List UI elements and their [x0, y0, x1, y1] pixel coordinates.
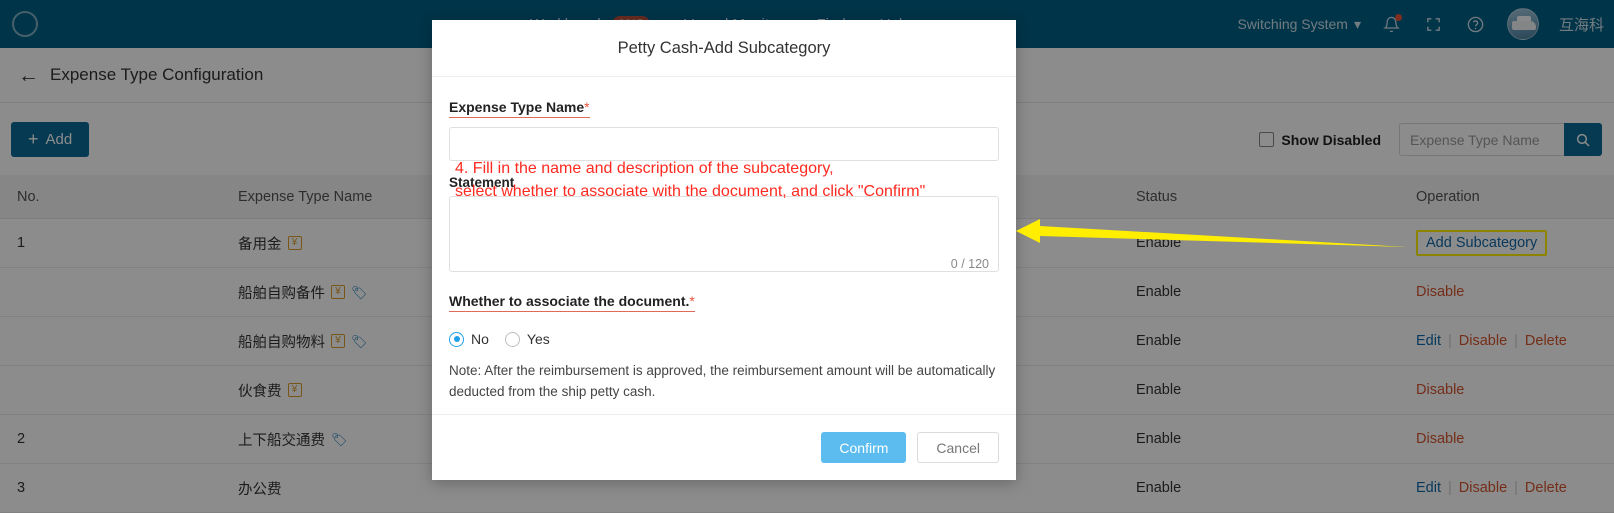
expense-type-name-label-text: Expense Type Name: [449, 99, 585, 115]
associate-note-text: Note: After the reimbursement is approve…: [449, 363, 996, 399]
statement-char-counter: 0 / 120: [950, 257, 989, 271]
radio-option-yes[interactable]: Yes: [504, 331, 550, 347]
cancel-button[interactable]: Cancel: [917, 432, 999, 463]
required-asterisk: *: [689, 293, 695, 309]
associate-document-label-text: Whether to associate the document.: [449, 293, 690, 309]
radio-no-label: No: [471, 331, 489, 347]
app-root: Workbench 9815 Vessel Monitor Find Help …: [0, 0, 1614, 513]
confirm-button[interactable]: Confirm: [821, 432, 907, 463]
radio-yes-label: Yes: [526, 331, 550, 347]
expense-type-name-field-group: Expense Type Name*: [449, 99, 999, 161]
add-subcategory-modal: Petty Cash-Add Subcategory Expense Type …: [432, 20, 1016, 480]
modal-title: Petty Cash-Add Subcategory: [617, 38, 831, 57]
modal-header: Petty Cash-Add Subcategory: [432, 20, 1016, 77]
statement-textarea-wrap: 0 / 120: [449, 196, 999, 277]
required-asterisk: *: [584, 99, 590, 115]
modal-footer: Confirm Cancel: [432, 414, 1016, 480]
associate-document-label: Whether to associate the document.*: [449, 293, 695, 312]
modal-body: Expense Type Name* Statement 0 / 120 Whe…: [432, 77, 1016, 414]
radio-button-icon: [449, 331, 464, 347]
radio-button-icon: [504, 331, 520, 347]
expense-type-name-input[interactable]: [449, 127, 999, 161]
associate-radio-group: No Yes: [449, 331, 999, 347]
expense-type-name-label: Expense Type Name*: [449, 99, 590, 118]
radio-option-no[interactable]: No: [449, 331, 489, 347]
associate-document-field-group: Whether to associate the document.* No Y…: [449, 293, 999, 403]
statement-label: Statement: [449, 175, 515, 190]
statement-textarea[interactable]: [449, 196, 999, 272]
statement-field-group: Statement 0 / 120: [449, 175, 999, 277]
